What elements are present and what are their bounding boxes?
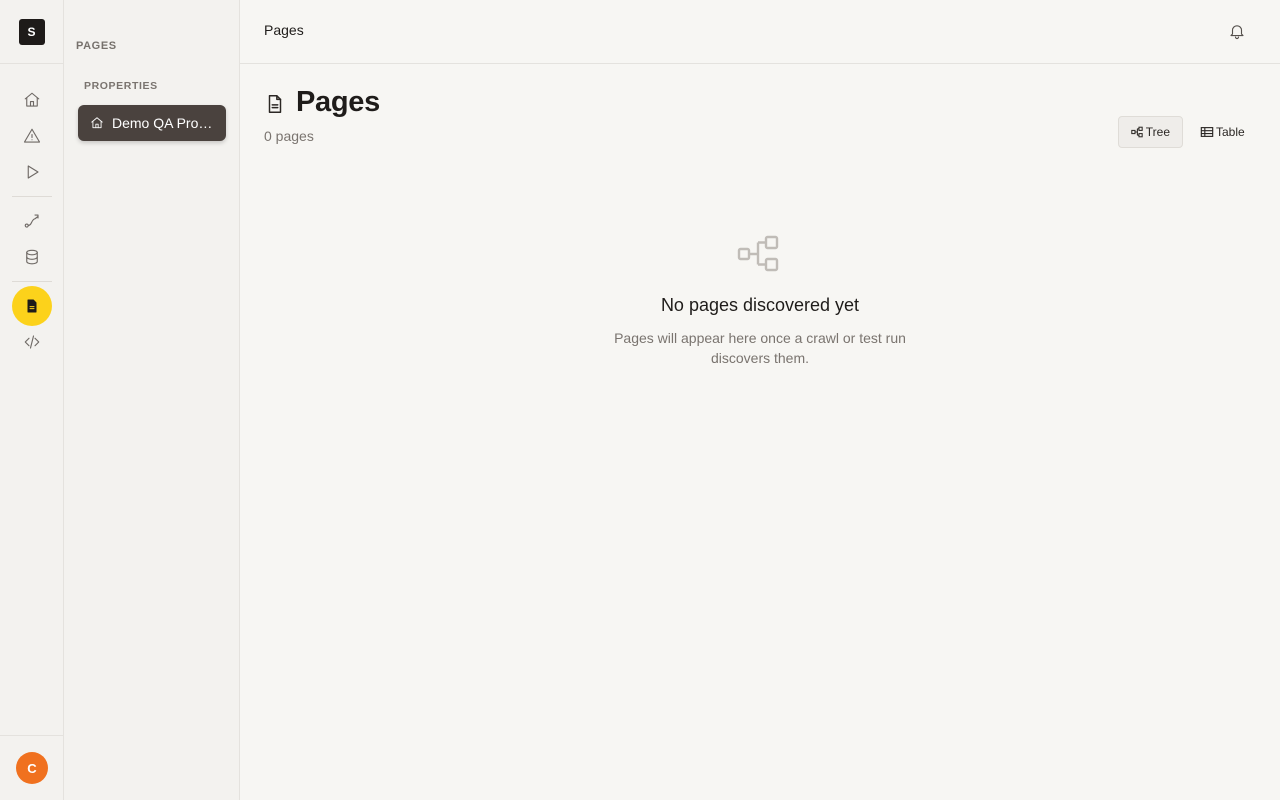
table-icon [1200,127,1214,137]
bell-icon[interactable] [1228,22,1248,42]
database-icon[interactable] [12,237,52,277]
tree-view-button[interactable]: Tree [1118,116,1183,148]
app-logo[interactable]: S [18,18,45,45]
sidebar-item-property[interactable]: Demo QA Properties [78,105,226,141]
home-icon[interactable] [12,80,52,120]
sitemap-icon [736,234,780,274]
sidebar-item-label: Demo QA Properties [112,115,216,131]
table-view-button[interactable]: Table [1188,116,1258,148]
document-icon [264,93,288,117]
user-area: C [0,735,63,800]
page-title: Pages [296,86,380,118]
logo-area: S [0,0,63,64]
top-bar: Pages [240,0,1280,64]
home-icon [91,117,103,129]
secondary-sidebar: PAGES PROPERTIES Demo QA Properties [64,0,240,800]
tree-icon [1131,126,1143,138]
route-icon[interactable] [12,201,52,241]
breadcrumb: Pages [264,22,304,38]
warning-icon[interactable] [12,116,52,156]
table-view-label: Table [1216,125,1245,139]
play-icon[interactable] [12,152,52,192]
rail-divider [12,196,52,197]
avatar[interactable]: C [16,752,48,784]
icon-rail: S C [0,0,64,800]
sidebar-title: PAGES [76,40,117,52]
empty-state-title: No pages discovered yet [660,295,860,315]
empty-state-description: Pages will appear here once a crawl or t… [614,330,906,366]
tree-view-label: Tree [1145,125,1170,139]
page-icon[interactable] [12,286,52,326]
code-icon[interactable] [12,322,52,362]
page-count: 0 pages [264,128,314,144]
rail-divider [12,281,52,282]
sidebar-section-label: PROPERTIES [84,80,158,92]
